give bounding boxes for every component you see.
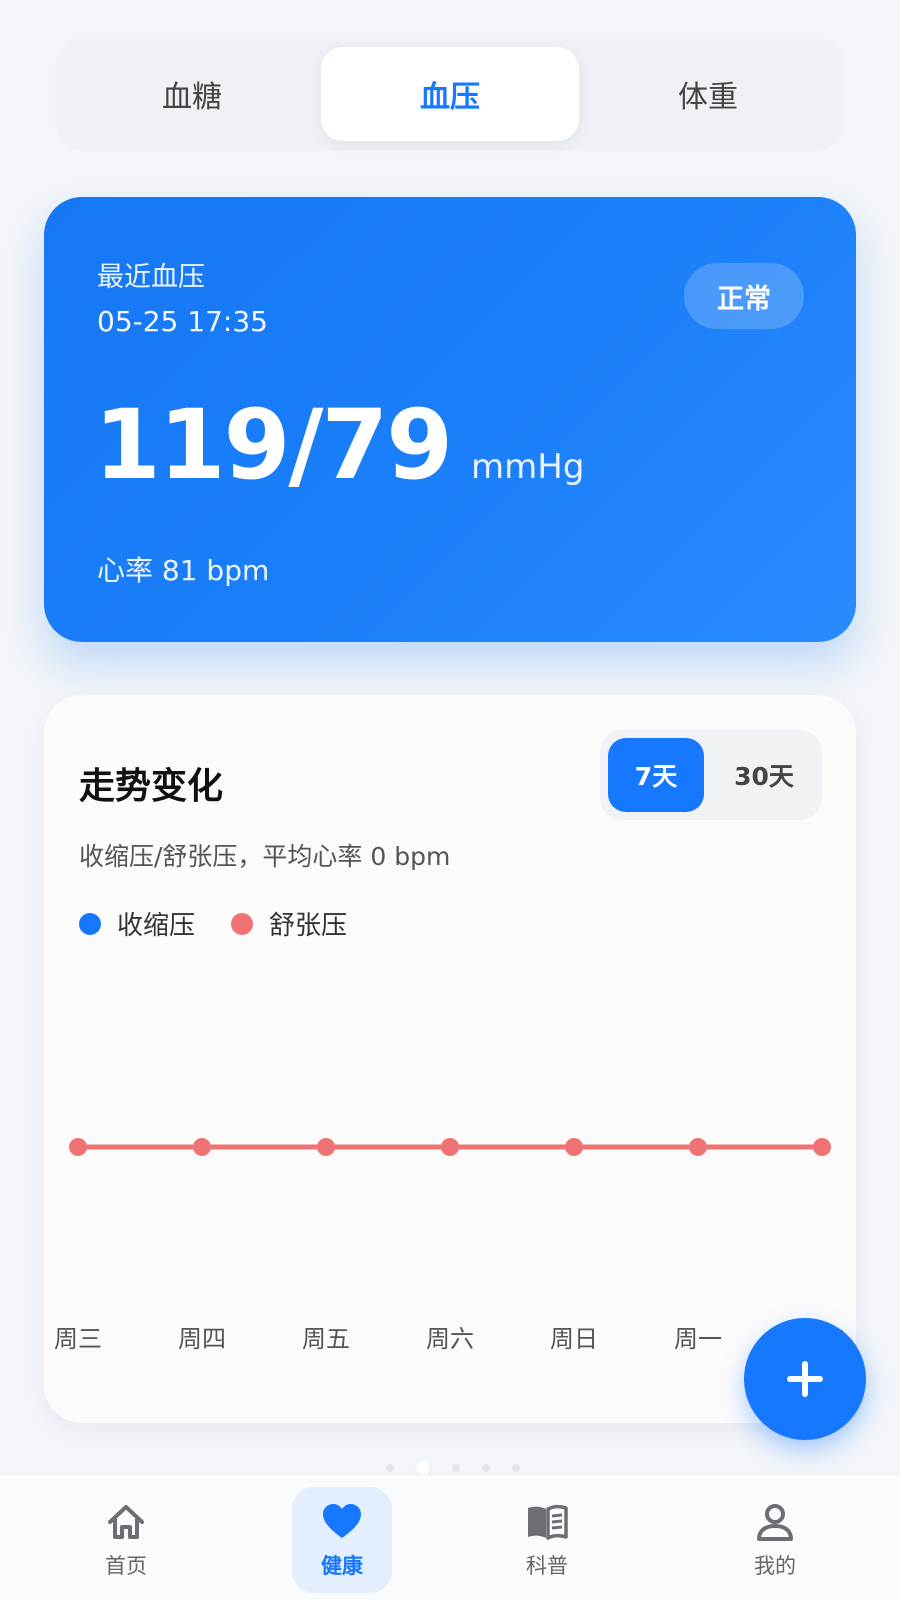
nav-item-health[interactable]: 健康 bbox=[292, 1487, 392, 1593]
page-dot bbox=[482, 1464, 490, 1472]
page-dot bbox=[452, 1464, 460, 1472]
trend-chart: 周三周四周五周六周日周一周二 bbox=[54, 1138, 846, 1353]
home-icon bbox=[108, 1505, 144, 1539]
page-indicator bbox=[386, 1461, 542, 1475]
user-icon bbox=[757, 1504, 793, 1541]
bp-value: 119/79 bbox=[94, 389, 453, 501]
heart-rate: 心率 81 bpm bbox=[97, 554, 270, 587]
page-dot bbox=[512, 1464, 520, 1472]
page-dot-active bbox=[416, 1461, 430, 1475]
x-tick-label: 周日 bbox=[550, 1325, 598, 1353]
x-tick-label: 周六 bbox=[426, 1325, 474, 1353]
tab-blood-sugar[interactable]: 血糖 bbox=[63, 47, 321, 141]
latest-bp-label: 最近血压 bbox=[97, 262, 205, 293]
trend-card: 走势变化 7天 30天 收缩压/舒张压，平均心率 0 bpm 收缩压 舒张压 周… bbox=[44, 695, 856, 1423]
latest-bp-time: 05-25 17:35 bbox=[97, 305, 268, 338]
x-tick-label: 周一 bbox=[674, 1325, 722, 1353]
bp-unit: mmHg bbox=[471, 447, 585, 487]
data-point[interactable] bbox=[565, 1138, 583, 1156]
status-badge: 正常 bbox=[684, 263, 804, 329]
data-point[interactable] bbox=[813, 1138, 831, 1156]
nav-me-label: 我的 bbox=[754, 1554, 796, 1578]
metric-tabs: 血糖 血压 体重 bbox=[55, 38, 845, 150]
data-point[interactable] bbox=[193, 1138, 211, 1156]
add-record-button[interactable] bbox=[744, 1318, 866, 1440]
nav-item-science[interactable]: 科普 bbox=[497, 1487, 597, 1593]
nav-science-label: 科普 bbox=[526, 1554, 568, 1578]
data-point[interactable] bbox=[317, 1138, 335, 1156]
x-tick-label: 周四 bbox=[178, 1325, 226, 1353]
nav-health-label: 健康 bbox=[321, 1554, 363, 1578]
nav-home-label: 首页 bbox=[105, 1554, 147, 1578]
data-point[interactable] bbox=[69, 1138, 87, 1156]
tab-blood-pressure[interactable]: 血压 bbox=[321, 47, 579, 141]
x-tick-label: 周三 bbox=[54, 1325, 102, 1353]
nav-item-home[interactable]: 首页 bbox=[76, 1487, 176, 1593]
bp-reading: 119/79 mmHg bbox=[94, 397, 584, 493]
nav-item-me[interactable]: 我的 bbox=[725, 1487, 825, 1593]
page-dot bbox=[386, 1464, 394, 1472]
plus-icon bbox=[787, 1361, 823, 1397]
latest-bp-card[interactable]: 最近血压 05-25 17:35 正常 119/79 mmHg 心率 81 bp… bbox=[44, 197, 856, 642]
heart-icon bbox=[323, 1504, 361, 1538]
bottom-nav: 首页 健康 科普 我的 bbox=[0, 1474, 900, 1600]
book-icon bbox=[528, 1504, 568, 1540]
x-tick-label: 周五 bbox=[302, 1325, 350, 1353]
data-point[interactable] bbox=[441, 1138, 459, 1156]
data-point[interactable] bbox=[689, 1138, 707, 1156]
tab-weight[interactable]: 体重 bbox=[579, 47, 837, 141]
